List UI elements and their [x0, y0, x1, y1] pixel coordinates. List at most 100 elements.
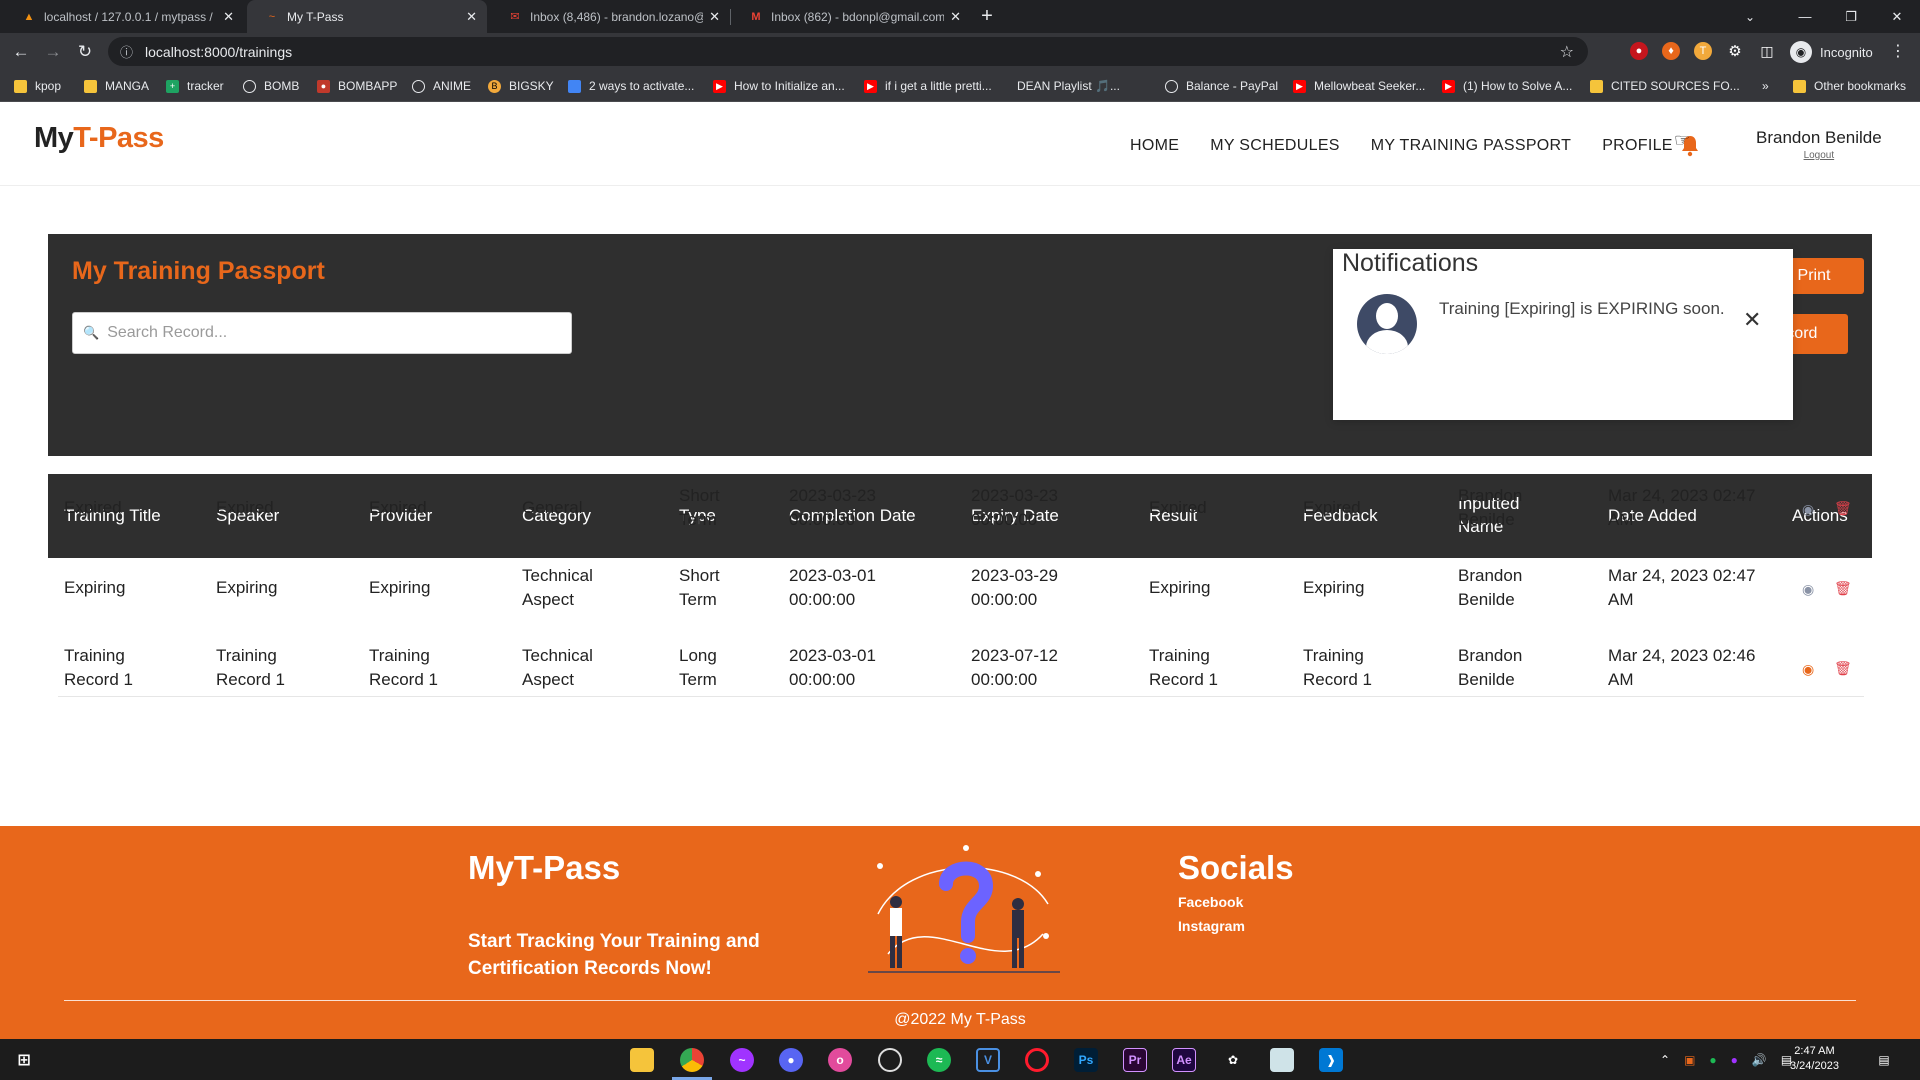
other-bookmarks[interactable]: Other bookmarks — [1793, 78, 1906, 94]
minimize-button[interactable]: — — [1782, 0, 1828, 33]
chevron-down-icon: ⌄ — [1745, 9, 1756, 24]
browser-menu-icon[interactable]: ⋮ — [1890, 41, 1906, 61]
nav-my-schedules[interactable]: MY SCHEDULES — [1210, 137, 1340, 155]
search-input[interactable] — [107, 324, 548, 342]
bookmark-item[interactable]: ▶ How to Initialize an... — [713, 78, 845, 94]
obs-icon[interactable] — [878, 1048, 902, 1072]
site-logo[interactable]: MyT-Pass — [34, 122, 164, 155]
bookmark-item[interactable]: ▶ Mellowbeat Seeker... — [1293, 78, 1425, 94]
user-name: Brandon Benilde — [1756, 128, 1882, 147]
notepad-icon[interactable] — [1270, 1048, 1294, 1072]
volume-icon[interactable]: 🔊 — [1752, 1053, 1767, 1067]
table-row[interactable]: Expired Expired Expired General Short Te… — [64, 472, 1864, 552]
bookmark-item[interactable]: kpop — [14, 78, 61, 94]
discord-icon[interactable]: ● — [779, 1048, 803, 1072]
cell-inputted-name: Brandon Benilde — [1458, 566, 1523, 609]
tray-app-icon[interactable]: ● — [1709, 1053, 1716, 1067]
spotify-icon[interactable]: ≈ — [927, 1048, 951, 1072]
delete-trash-icon[interactable]: 🗑 — [1834, 580, 1852, 597]
bookmark-item[interactable]: + tracker — [166, 78, 224, 94]
logout-link[interactable]: Logout — [1756, 150, 1882, 161]
page-content: MyT-Pass HOME MY SCHEDULES MY TRAINING P… — [0, 102, 1920, 1039]
nav-home[interactable]: HOME — [1130, 137, 1179, 155]
file-explorer-icon[interactable] — [630, 1048, 654, 1072]
steam-icon[interactable]: ✿ — [1221, 1048, 1245, 1072]
bookmark-item[interactable]: ▶ if i get a little pretti... — [864, 78, 992, 94]
photoshop-icon[interactable]: Ps — [1074, 1048, 1098, 1072]
extension-fox-icon[interactable]: ♦ — [1662, 42, 1680, 60]
bookmark-item[interactable]: Balance - PayPal — [1165, 78, 1278, 94]
tab-inbox-gmail[interactable]: M Inbox (862) - bdonpl@gmail.com ✕ — [731, 0, 971, 33]
delete-trash-icon[interactable]: 🗑 — [1834, 500, 1852, 517]
tray-overflow-icon[interactable]: ⌃ — [1660, 1053, 1670, 1067]
tab-phpmyadmin[interactable]: ▲ localhost / 127.0.0.1 / mytpass / ... … — [4, 0, 244, 33]
vscode-icon[interactable]: ❱ — [1319, 1048, 1343, 1072]
bookmark-item[interactable]: MANGA — [84, 78, 149, 94]
cell-completion-date: 2023-03-01 00:00:00 — [789, 566, 876, 609]
extensions-puzzle-icon[interactable]: ⚙ — [1726, 42, 1744, 60]
bookmark-item[interactable]: ▶ (1) How to Solve A... — [1442, 78, 1572, 94]
messenger-icon[interactable]: ~ — [730, 1048, 754, 1072]
bookmarks-overflow[interactable]: » — [1762, 78, 1769, 94]
cell-speaker: Expiring — [216, 578, 278, 597]
reload-icon[interactable]: ↻ — [73, 40, 97, 64]
tray-app-icon[interactable]: ▣ — [1684, 1053, 1695, 1067]
bookmark-item[interactable]: ● BOMBAPP — [317, 78, 397, 94]
new-tab-button[interactable]: + — [976, 6, 998, 28]
window-close-button[interactable]: ✕ — [1874, 0, 1920, 33]
clock-time: 2:47 AM — [1794, 1045, 1835, 1057]
cell-inputted-name: Brandon Benilde — [1458, 486, 1523, 529]
nav-my-training-passport[interactable]: MY TRAINING PASSPORT — [1371, 137, 1571, 155]
view-eye-icon[interactable]: ◉ — [1802, 581, 1814, 598]
vegas-icon[interactable]: V — [976, 1048, 1000, 1072]
close-icon[interactable]: ✕ — [223, 9, 234, 25]
windows-start-icon[interactable]: ⊞ — [12, 1048, 36, 1072]
facebook-link[interactable]: Facebook — [1178, 894, 1243, 910]
side-panel-icon[interactable]: ◫ — [1758, 42, 1776, 60]
back-arrow-icon[interactable]: ← — [9, 40, 33, 64]
forward-arrow-icon[interactable]: → — [41, 40, 65, 64]
tray-messenger-icon[interactable]: ● — [1731, 1053, 1738, 1067]
view-eye-icon[interactable]: ◉ — [1802, 501, 1814, 518]
tab-mytpass[interactable]: ~ My T-Pass ✕ — [247, 0, 487, 33]
system-clock[interactable]: 2:47 AM 3/24/2023 — [1790, 1044, 1839, 1074]
osu-icon[interactable]: o — [828, 1048, 852, 1072]
notification-message[interactable]: Training [Expiring] is EXPIRING soon. — [1439, 299, 1725, 319]
notification-center-icon[interactable]: ▤ — [1872, 1048, 1896, 1072]
close-icon[interactable]: ✕ — [950, 9, 961, 25]
chrome-icon[interactable] — [680, 1048, 704, 1072]
table-row[interactable]: Training Record 1 Training Record 1 Trai… — [64, 632, 1864, 712]
bookmark-star-icon[interactable]: ☆ — [1560, 42, 1574, 62]
table-row[interactable]: Expiring Expiring Expiring Technical Asp… — [64, 552, 1864, 632]
tab-inbox-outlook[interactable]: ✉ Inbox (8,486) - brandon.lozano@... ✕ — [490, 0, 730, 33]
address-bar[interactable]: ⓘ localhost:8000/trainings ☆ — [108, 37, 1588, 66]
after-effects-icon[interactable]: Ae — [1172, 1048, 1196, 1072]
mail-icon: ✉ — [510, 11, 520, 23]
bookmark-item[interactable]: DEAN Playlist 🎵... — [1017, 78, 1120, 94]
extension-honey-icon[interactable]: T — [1694, 42, 1712, 60]
site-navbar: MyT-Pass HOME MY SCHEDULES MY TRAINING P… — [0, 102, 1920, 186]
bookmark-item[interactable]: 2 ways to activate... — [568, 78, 694, 94]
extension-adblock-icon[interactable]: ● — [1630, 42, 1648, 60]
tab-search-button[interactable]: ⌄ — [1745, 0, 1755, 33]
delete-trash-icon[interactable]: 🗑 — [1834, 660, 1852, 677]
clock-date: 3/24/2023 — [1790, 1060, 1839, 1072]
close-icon[interactable]: ✕ — [1743, 307, 1761, 333]
cell-feedback: Expiring — [1303, 578, 1365, 597]
user-menu[interactable]: Brandon Benilde Logout — [1756, 128, 1882, 161]
incognito-profile[interactable]: ◉ Incognito — [1790, 40, 1873, 64]
close-icon[interactable]: ✕ — [709, 9, 720, 25]
incognito-label: Incognito — [1820, 44, 1873, 60]
bookmark-item[interactable]: B BIGSKY — [488, 78, 554, 94]
restore-button[interactable]: ❐ — [1828, 0, 1874, 33]
bookmark-item[interactable]: CITED SOURCES FO... — [1590, 78, 1740, 94]
bookmark-item[interactable]: BOMB — [243, 78, 299, 94]
site-info-icon[interactable]: ⓘ — [120, 42, 133, 61]
bookmark-item[interactable]: ANIME — [412, 78, 471, 94]
close-icon[interactable]: ✕ — [466, 9, 477, 25]
opera-icon[interactable] — [1025, 1048, 1049, 1072]
instagram-link[interactable]: Instagram — [1178, 918, 1245, 934]
nav-profile[interactable]: PROFILE — [1602, 137, 1673, 155]
view-eye-icon[interactable]: ◉ — [1802, 661, 1814, 678]
premiere-icon[interactable]: Pr — [1123, 1048, 1147, 1072]
